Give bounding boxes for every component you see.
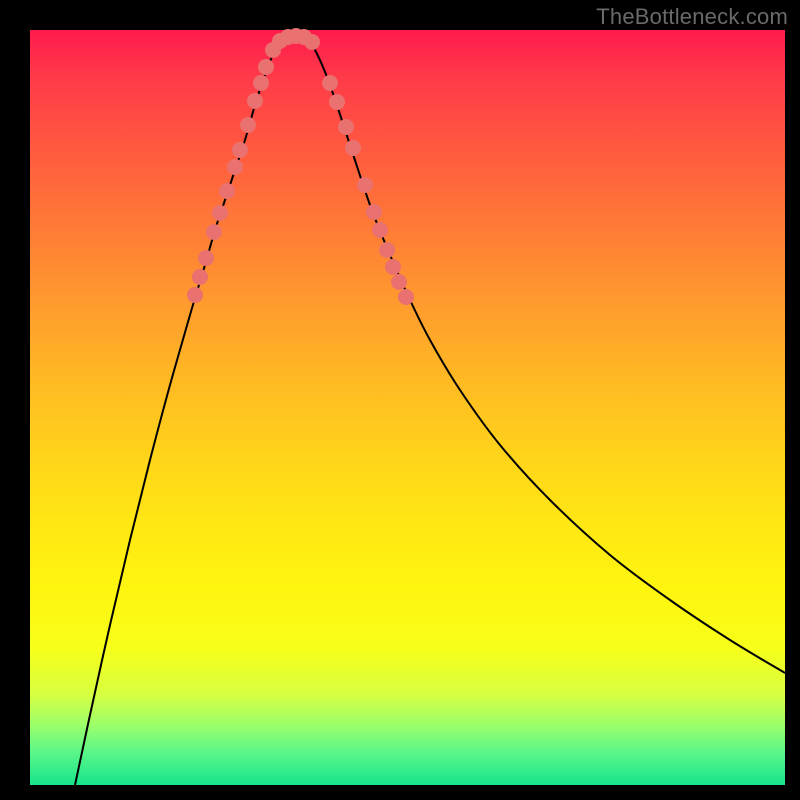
outer-frame: TheBottleneck.com xyxy=(0,0,800,800)
data-point xyxy=(212,205,228,221)
data-point xyxy=(338,119,354,135)
marker-dots xyxy=(187,28,414,305)
data-point xyxy=(391,274,407,290)
data-point xyxy=(258,59,274,75)
watermark-text: TheBottleneck.com xyxy=(596,4,788,30)
data-point xyxy=(192,269,208,285)
data-point xyxy=(227,159,243,175)
data-point xyxy=(247,93,263,109)
data-point xyxy=(240,117,256,133)
data-point xyxy=(366,204,382,220)
data-point xyxy=(206,224,222,240)
data-point xyxy=(219,183,235,199)
plot-area xyxy=(30,30,785,785)
data-point xyxy=(322,75,338,91)
data-point xyxy=(253,75,269,91)
bottleneck-curve xyxy=(75,35,785,785)
data-point xyxy=(187,287,203,303)
data-point xyxy=(304,34,320,50)
data-point xyxy=(398,289,414,305)
data-point xyxy=(329,94,345,110)
data-point xyxy=(385,259,401,275)
data-point xyxy=(372,222,388,238)
data-point xyxy=(345,140,361,156)
data-point xyxy=(379,242,395,258)
data-point xyxy=(357,177,373,193)
data-point xyxy=(232,142,248,158)
chart-svg xyxy=(30,30,785,785)
data-point xyxy=(198,250,214,266)
